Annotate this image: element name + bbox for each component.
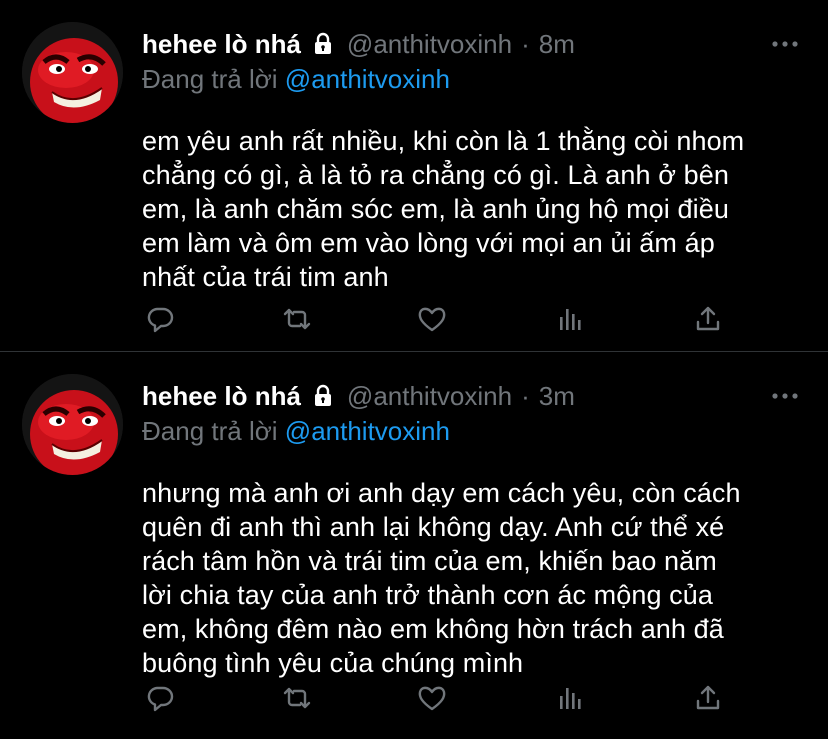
share-button[interactable] [690,680,726,716]
like-icon [418,686,446,711]
reply-icon [147,686,174,712]
replying-to: Đang trả lời @anthitvoxinh [142,64,802,102]
replying-to-mention[interactable]: @anthitvoxinh [285,416,450,446]
stats-icon [560,688,581,709]
retweet-icon [283,687,311,709]
retweet-button[interactable] [279,680,315,716]
tweet[interactable]: hehee lò nhá @anthitvoxinh · 8m Đang trả… [0,0,828,352]
like-button[interactable] [414,680,450,716]
avatar[interactable] [22,374,123,475]
tweet-text: nhưng mà anh ơi anh dạy em cách yêu, còn… [142,478,741,678]
stats-icon [560,309,581,330]
stats-button[interactable] [553,301,589,337]
more-icon[interactable] [770,386,800,406]
separator-dot: · [521,28,530,59]
separator-dot: · [521,380,530,411]
tweet-content: hehee lò nhá @anthitvoxinh · 3m Đang trả… [142,376,802,680]
share-icon [696,685,720,710]
like-button[interactable] [414,301,450,337]
lock-icon [311,384,335,408]
tweet-content: hehee lò nhá @anthitvoxinh · 8m Đang trả… [142,24,802,294]
tweet-header: hehee lò nhá @anthitvoxinh · 8m [142,24,802,64]
retweet-button[interactable] [279,301,315,337]
timestamp[interactable]: 3m [539,381,575,412]
avatar[interactable] [22,22,123,123]
tweet-actions [142,680,742,716]
display-name[interactable]: hehee lò nhá [142,381,301,412]
reply-icon [147,307,174,333]
stats-button[interactable] [553,680,589,716]
replying-to-mention[interactable]: @anthitvoxinh [285,64,450,94]
share-button[interactable] [690,301,726,337]
timestamp[interactable]: 8m [539,29,575,60]
tweet-actions [142,301,742,337]
replying-to-label: Đang trả lời [142,416,278,446]
share-icon [696,306,720,331]
lock-icon [311,32,335,56]
replying-to-label: Đang trả lời [142,64,278,94]
display-name[interactable]: hehee lò nhá [142,29,301,60]
username-handle[interactable]: @anthitvoxinh [347,29,512,60]
tweet[interactable]: hehee lò nhá @anthitvoxinh · 3m Đang trả… [0,352,828,739]
reply-button[interactable] [142,680,178,716]
like-icon [418,307,446,332]
reply-button[interactable] [142,301,178,337]
more-icon[interactable] [770,34,800,54]
retweet-icon [283,308,311,330]
tweet-text: em yêu anh rất nhiều, khi còn là 1 thằng… [142,126,745,292]
username-handle[interactable]: @anthitvoxinh [347,381,512,412]
tweet-header: hehee lò nhá @anthitvoxinh · 3m [142,376,802,416]
replying-to: Đang trả lời @anthitvoxinh [142,416,802,454]
